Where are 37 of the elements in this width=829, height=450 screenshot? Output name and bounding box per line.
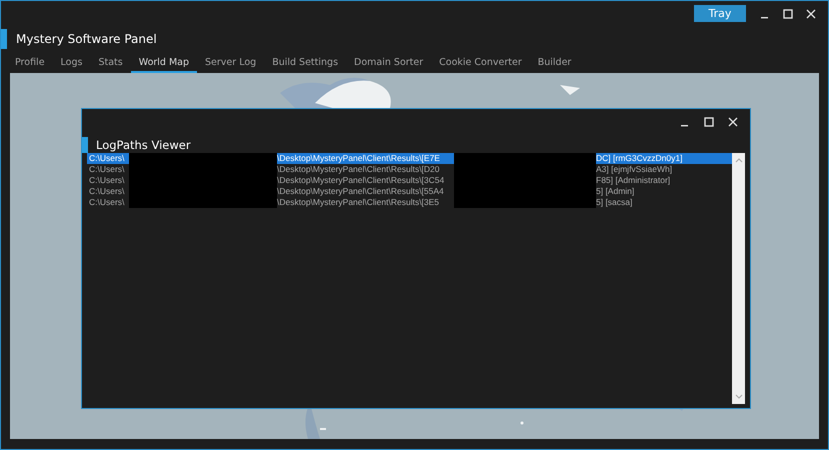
path-text: C:\Users\ [88,197,126,208]
path-text: \Desktop\MysteryPanel\Client\Results\[E7E [277,153,441,164]
close-icon[interactable] [728,117,738,127]
accent-bar [82,137,88,153]
path-text: C:\Users\ [88,153,126,164]
maximize-icon[interactable] [783,9,793,19]
path-text: \Desktop\MysteryPanel\Client\Results\[55A4 [277,186,445,197]
path-text: F85] [Administrator] [596,175,670,186]
path-text: C:\Users\ [88,186,126,197]
tab[interactable]: Build Settings [264,57,346,73]
tab[interactable]: Cookie Converter [431,57,530,73]
accent-bar [1,29,7,49]
path-text: DC] [rmG3CvzzDn0y1] [596,153,682,164]
list-row[interactable]: C:\Users\ \Desktop\MysteryPanel\Client\Results\[E7E DC] [rmG3CvzzDn0y1] [87,153,732,164]
path-text: C:\Users\ [88,175,126,186]
path-text: \Desktop\MysteryPanel\Client\Results\[3E5 [277,197,440,208]
tab[interactable]: Profile [7,57,53,73]
tab[interactable]: Server Log [197,57,264,73]
path-text: 5] [Admin] [596,186,634,197]
tray-button[interactable]: Tray [694,5,746,22]
path-text: A3] [ejmjfvSsiaeWh] [596,164,672,175]
tab[interactable]: Domain Sorter [346,57,432,73]
list-row[interactable]: C:\Users\ \Desktop\MysteryPanel\Client\Results\[3E5 5] [sacsa] [87,197,732,208]
dialog-title: LogPaths Viewer [96,138,191,152]
path-text: 5] [sacsa] [596,197,632,208]
tab[interactable]: Builder [530,57,580,73]
tab[interactable]: Logs [52,57,90,73]
path-text: \Desktop\MysteryPanel\Client\Results\[3C54 [277,175,446,186]
maximize-icon[interactable] [704,117,714,127]
path-text: C:\Users\ [88,164,126,175]
list-row[interactable]: C:\Users\ \Desktop\MysteryPanel\Client\Results\[55A4 5] [Admin] [87,186,732,197]
list-row[interactable]: C:\Users\ \Desktop\MysteryPanel\Client\Results\[D20 A3] [ejmjfvSsiaeWh] [87,164,732,175]
window-title: Mystery Software Panel [16,32,157,46]
path-text: \Desktop\MysteryPanel\Client\Results\[D20 [277,164,441,175]
list-row[interactable]: C:\Users\ \Desktop\MysteryPanel\Client\Results\[3C54 F85] [Administrator] [87,175,732,186]
close-icon[interactable] [806,9,816,19]
tab[interactable]: Stats [90,57,131,73]
